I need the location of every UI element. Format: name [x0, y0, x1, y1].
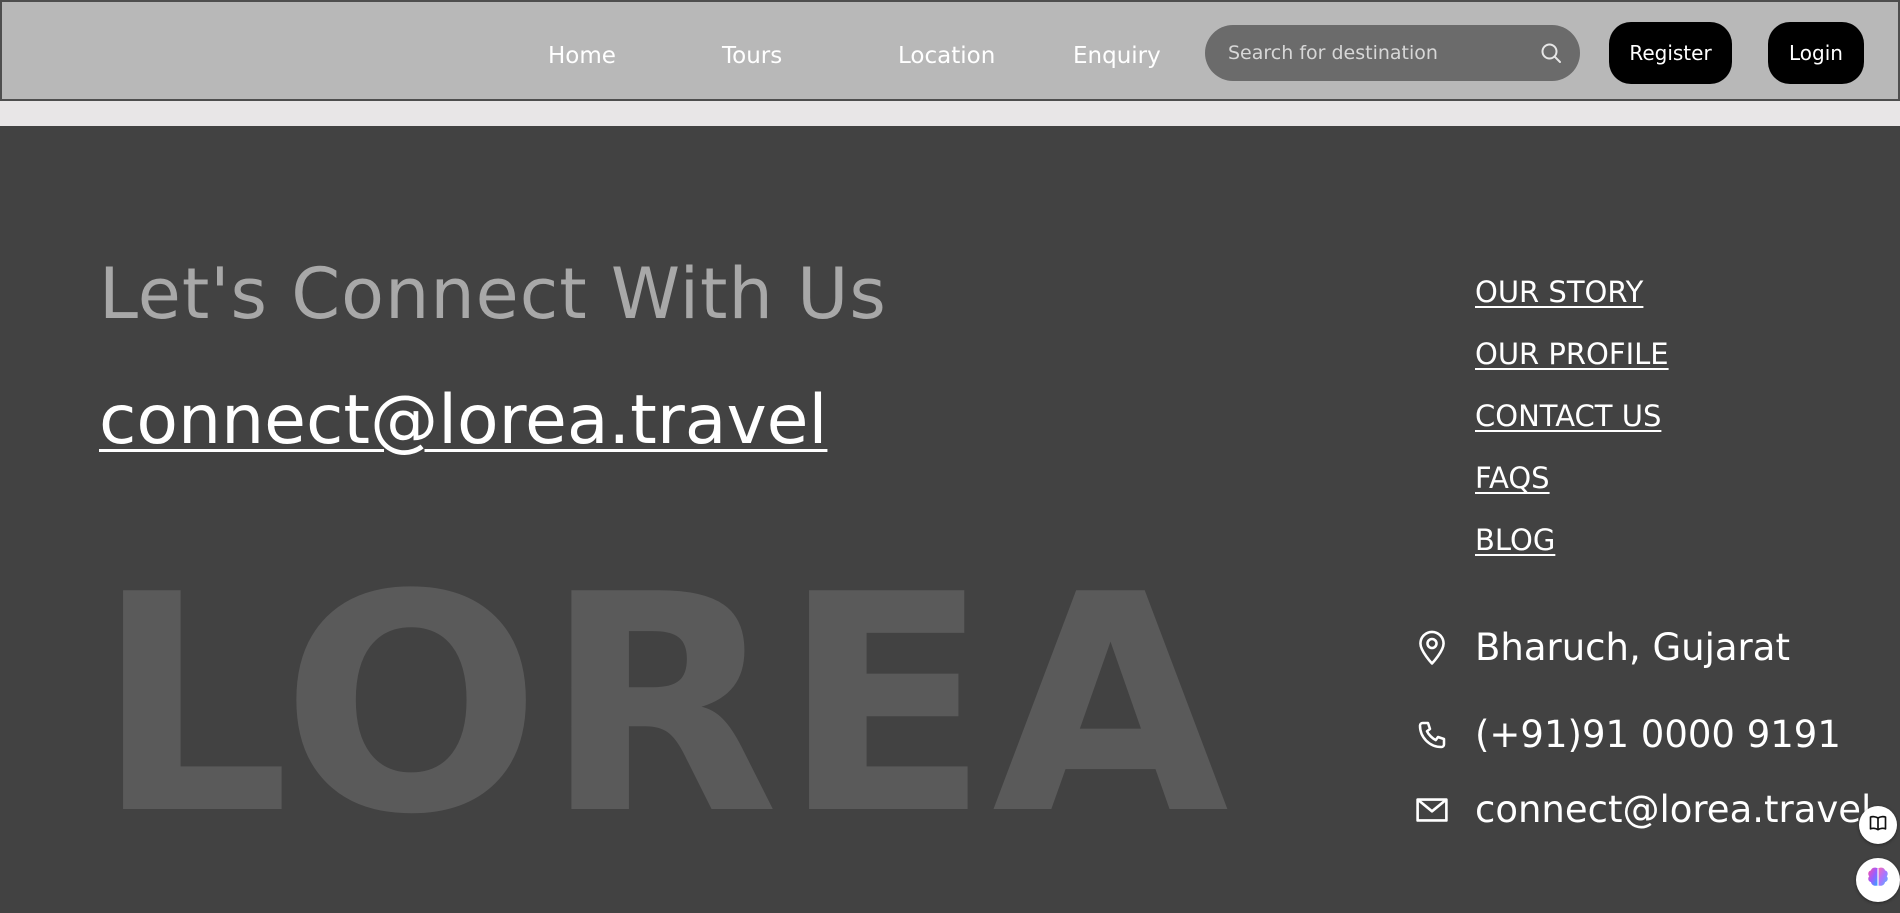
login-button[interactable]: Login — [1768, 22, 1864, 84]
connect-email-link[interactable]: connect@lorea.travel — [99, 381, 827, 461]
phone-icon — [1412, 715, 1452, 755]
brain-icon — [1864, 864, 1892, 896]
footer-link-our-story[interactable]: OUR STORY — [1475, 274, 1643, 310]
mail-icon — [1412, 790, 1452, 830]
contact-phone: (+91)91 0000 9191 — [1412, 713, 1892, 757]
nav-home-link[interactable]: Home — [548, 42, 616, 70]
lorea-watermark: LOREA — [95, 531, 1231, 880]
contact-phone-text: (+91)91 0000 9191 — [1475, 713, 1841, 756]
book-icon — [1868, 813, 1888, 837]
footer: LOREA Let's Connect With Us connect@lore… — [0, 126, 1900, 913]
contact-email-text[interactable]: connect@lorea.travel — [1475, 788, 1871, 832]
footer-link-faqs[interactable]: FAQS — [1475, 460, 1550, 496]
search-bar — [1205, 25, 1580, 81]
contact-location: Bharuch, Gujarat — [1412, 626, 1892, 670]
footer-link-our-profile[interactable]: OUR PROFILE — [1475, 336, 1669, 372]
search-icon[interactable] — [1539, 41, 1563, 65]
nav-location-link[interactable]: Location — [898, 42, 995, 70]
contact-location-text: Bharuch, Gujarat — [1475, 626, 1790, 669]
top-navbar: Home Tours Location Enquiry Register Log… — [0, 0, 1900, 101]
register-button[interactable]: Register — [1609, 22, 1732, 84]
footer-link-contact-us[interactable]: CONTACT US — [1475, 398, 1661, 434]
assistant-widget-button[interactable] — [1856, 858, 1900, 902]
contact-email: connect@lorea.travel — [1412, 788, 1892, 832]
nav-enquiry-link[interactable]: Enquiry — [1073, 42, 1161, 70]
connect-heading: Let's Connect With Us — [99, 253, 887, 335]
footer-link-blog[interactable]: BLOG — [1475, 522, 1555, 558]
search-input[interactable] — [1228, 25, 1528, 81]
divider-strip — [0, 101, 1900, 126]
location-pin-icon — [1412, 628, 1452, 668]
book-widget-button[interactable] — [1859, 806, 1897, 844]
nav-tours-link[interactable]: Tours — [722, 42, 782, 70]
